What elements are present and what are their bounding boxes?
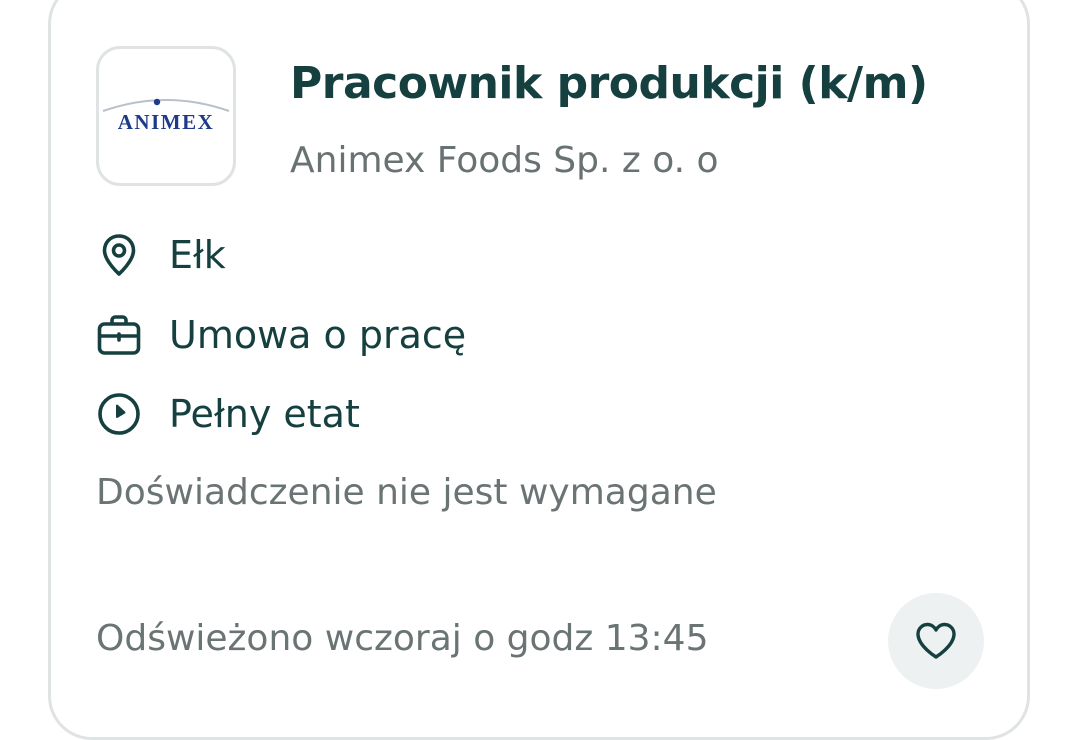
favorite-button[interactable] [888, 593, 984, 689]
contract-label: Umowa o pracę [169, 313, 467, 357]
working-time-label: Pełny etat [169, 392, 360, 436]
working-time-row: Pełny etat [96, 389, 360, 439]
contract-row: Umowa o pracę [96, 310, 466, 360]
refreshed-timestamp: Odświeżono wczoraj o godz 13:45 [96, 618, 709, 659]
logo-text: ANIMEX [118, 110, 215, 134]
experience-requirement: Doświadczenie nie jest wymagane [96, 472, 717, 513]
briefcase-icon [96, 312, 142, 358]
company-name: Animex Foods Sp. z o. o [290, 140, 719, 181]
company-logo: ANIMEX [96, 46, 236, 186]
location-row: Ełk [96, 230, 226, 280]
location-label: Ełk [169, 233, 226, 277]
job-title[interactable]: Pracownik produkcji (k/m) [290, 58, 928, 109]
animex-logo-icon: ANIMEX [102, 98, 230, 134]
location-pin-icon [96, 232, 142, 278]
clock-icon [96, 391, 142, 437]
heart-outline-icon [916, 622, 956, 659]
